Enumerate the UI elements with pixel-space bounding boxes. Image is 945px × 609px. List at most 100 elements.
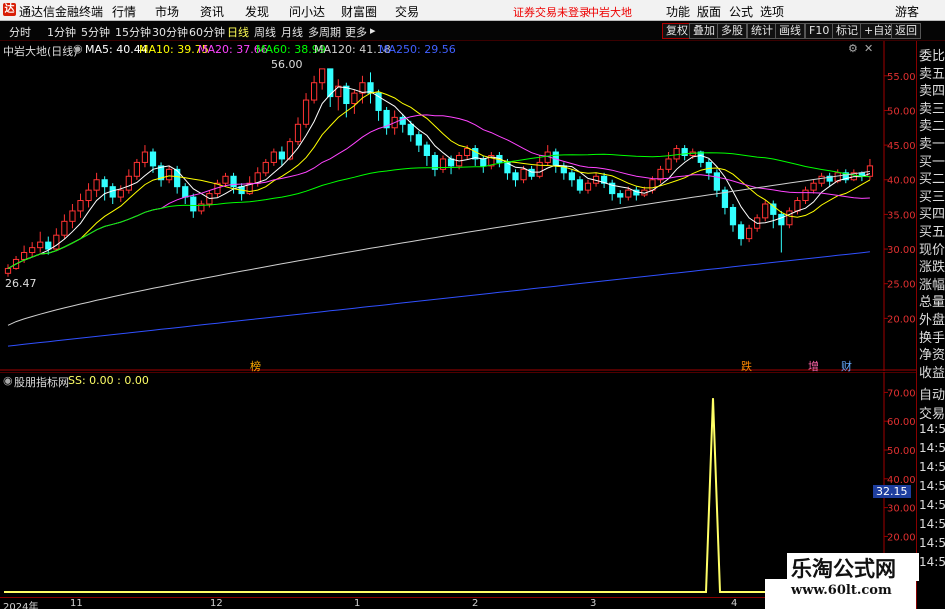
- kline-svg[interactable]: 55.00 50.00 45.00 40.00 35.00 30.00 25.00 20.00: [0, 41, 916, 371]
- quote-field-label: 买一: [919, 154, 945, 170]
- candle-up: [536, 161, 543, 177]
- low-price-label: 26.47: [5, 277, 37, 290]
- ma250-line: [7, 251, 870, 347]
- candle-down: [697, 151, 704, 163]
- candle-up: [286, 141, 294, 160]
- candle-down: [278, 151, 286, 160]
- date-tick: 3: [590, 598, 597, 609]
- candle-down: [729, 206, 737, 226]
- candle-up: [20, 252, 28, 260]
- multi-stock-button[interactable]: 多股: [717, 23, 747, 39]
- candle-down: [528, 168, 535, 177]
- statistics-button[interactable]: 统计: [747, 23, 777, 39]
- chart-title: 中岩大地(日线): [3, 45, 78, 58]
- price-tick-label: 50.00: [887, 106, 916, 117]
- candle-up: [302, 99, 310, 125]
- date-tick: 4: [731, 598, 738, 609]
- app-title: 通达信金融终端: [19, 5, 104, 19]
- legend-toggle-icon[interactable]: ◉: [73, 42, 83, 55]
- period-15min[interactable]: 15分钟: [115, 24, 151, 40]
- indicator-chart[interactable]: 70.00 60.00 50.00 40.00 30.00 20.00 ◉ 股朋指标网 S…: [0, 371, 916, 597]
- candle-up: [520, 168, 527, 181]
- period-more-arrow-icon[interactable]: ▸: [370, 24, 376, 37]
- candle-up: [270, 151, 277, 163]
- period-5min[interactable]: 5分钟: [81, 24, 110, 40]
- date-tick: 11: [70, 598, 83, 609]
- auto-trade-label: 交易: [919, 407, 945, 422]
- candle-down: [778, 213, 785, 226]
- date-tick: 12: [210, 598, 223, 609]
- title-bar: 达 通达信金融终端 行情 市场 资讯 发现 问小达 财富圈 交易 证券交易未登录…: [0, 0, 945, 21]
- candle-up: [69, 210, 76, 222]
- candle-up: [657, 168, 664, 181]
- quote-field-label: 涨跌: [919, 260, 945, 276]
- period-30min[interactable]: 30分钟: [152, 24, 188, 40]
- mark-button[interactable]: 标记: [832, 23, 862, 39]
- candle-down: [480, 158, 487, 167]
- period-60min[interactable]: 60分钟: [189, 24, 225, 40]
- indicator-values: SS: 0.00 : 0.00: [68, 374, 149, 387]
- quote-field-label: 外盘: [919, 313, 945, 328]
- quote-field-label: 现价: [919, 242, 945, 258]
- period-monthly[interactable]: 月线: [281, 24, 303, 40]
- menu-layout[interactable]: 版面: [697, 3, 721, 20]
- quote-field-label: 卖五: [919, 66, 945, 82]
- candle-down: [447, 158, 455, 167]
- period-intraday[interactable]: 分时: [9, 24, 31, 40]
- guest-login[interactable]: 游客: [895, 3, 919, 20]
- candle-up: [625, 189, 632, 198]
- quote-field-label: 买四: [919, 207, 945, 223]
- period-weekly[interactable]: 周线: [254, 24, 276, 40]
- period-toolbar: 分时 1分钟 5分钟 15分钟 30分钟 60分钟 日线 周线 月线 多周期 更…: [0, 21, 945, 41]
- menu-options[interactable]: 选项: [760, 3, 784, 20]
- back-button[interactable]: 返回: [891, 23, 921, 39]
- menu-market[interactable]: 市场: [155, 3, 179, 20]
- quote-field-label: 卖一: [919, 137, 945, 152]
- quote-field-label: 买五: [919, 225, 945, 240]
- candle-up: [125, 175, 132, 191]
- period-daily[interactable]: 日线: [227, 24, 249, 40]
- draw-line-button[interactable]: 画线: [775, 23, 805, 39]
- overlay-button[interactable]: 叠加: [689, 23, 719, 39]
- menu-functions[interactable]: 功能: [666, 3, 690, 20]
- candle-down: [713, 172, 721, 191]
- login-status[interactable]: 证券交易未登录: [513, 4, 590, 20]
- candle-down: [407, 123, 414, 136]
- menu-discover[interactable]: 发现: [245, 3, 269, 20]
- candle-down: [182, 186, 189, 198]
- ma250-legend: MA250: 29.56: [379, 43, 456, 56]
- candle-up: [61, 220, 68, 236]
- f10-button[interactable]: F10: [805, 23, 834, 39]
- menu-ask[interactable]: 问小达: [289, 3, 325, 20]
- quote-field-label: 卖三: [919, 101, 945, 117]
- settings-icon[interactable]: ⚙: [848, 42, 858, 55]
- date-tick: 1: [354, 598, 361, 609]
- current-stock-name: 中岩大地: [588, 6, 632, 19]
- period-multi[interactable]: 多周期: [308, 24, 341, 40]
- main-kline-chart[interactable]: 55.00 50.00 45.00 40.00 35.00 30.00 25.00 20.00…: [0, 41, 916, 373]
- menu-wealth[interactable]: 财富圈: [341, 3, 377, 20]
- date-tick: 2: [472, 598, 479, 609]
- watermark-url: www.60lt.com: [791, 583, 892, 598]
- candle-down: [174, 168, 181, 188]
- indicator-tick-label: 20.00: [887, 532, 916, 543]
- close-chart-icon[interactable]: ✕: [864, 42, 873, 55]
- menu-news[interactable]: 资讯: [200, 3, 224, 20]
- candle-up: [319, 68, 326, 84]
- menu-formula[interactable]: 公式: [729, 3, 753, 20]
- menu-trade[interactable]: 交易: [395, 3, 419, 20]
- period-1min[interactable]: 1分钟: [47, 24, 76, 40]
- indicator-svg[interactable]: 70.0060.0050.0040.0030.0020.00: [0, 371, 916, 597]
- quote-field-label: 买二: [919, 172, 945, 188]
- candle-up: [77, 200, 84, 212]
- candle-up: [262, 161, 269, 174]
- price-tick-label: 40.00: [887, 176, 916, 187]
- adjust-price-button[interactable]: 复权: [662, 23, 692, 39]
- menu-quotes[interactable]: 行情: [112, 3, 136, 20]
- candle-up: [665, 158, 672, 170]
- indicator-toggle-icon[interactable]: ◉: [3, 374, 13, 387]
- candle-up: [165, 168, 173, 181]
- candle-down: [45, 241, 52, 250]
- candle-down: [101, 179, 108, 188]
- period-more[interactable]: 更多: [345, 24, 367, 40]
